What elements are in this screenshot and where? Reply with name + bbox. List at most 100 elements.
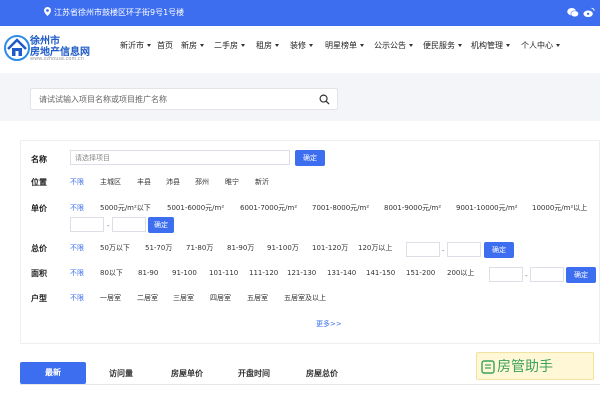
area-confirm-button[interactable]: 确定 [566,267,596,283]
layout-option[interactable]: 三居室 [173,293,194,303]
unit-price-max-input[interactable] [112,217,146,232]
total-price-option[interactable]: 50万以下 [100,243,130,253]
area-option[interactable]: 101-110 [209,268,238,278]
layout-option[interactable]: 五居室 [247,293,268,303]
chevron-down-icon [200,44,204,47]
nav-item-second-hand[interactable]: 二手房 [214,40,245,52]
nav-label: 公示公告 [374,41,406,50]
chevron-down-icon [147,44,151,47]
nav-item-new-house[interactable]: 新房 [181,40,204,52]
area-option[interactable]: 121-130 [287,268,316,278]
range-separator: - [525,272,528,280]
area-option[interactable]: 111-120 [249,268,278,278]
unit-price-option[interactable]: 6001-7000元/m² [240,203,297,213]
nav-label: 便民服务 [423,41,455,50]
tab-underline [20,384,600,385]
assistant-badge: 房管助手 [476,352,594,380]
nav-label: 机构管理 [471,41,503,50]
tab-unit-price[interactable]: 房屋单价 [171,368,203,379]
area-option[interactable]: 141-150 [366,268,395,278]
assistant-badge-text: 房管助手 [497,359,553,375]
area-option[interactable]: 80以下 [100,268,123,278]
chevron-down-icon [275,44,279,47]
weibo-icon[interactable] [583,7,595,18]
total-price-option[interactable]: 91-100万 [267,243,299,253]
wechat-icon[interactable] [567,7,579,18]
nav-item-rent[interactable]: 租房 [256,40,279,52]
name-confirm-button[interactable]: 确定 [295,150,325,166]
location-option[interactable]: 丰县 [137,177,151,187]
search-box [30,88,338,110]
area-max-input[interactable] [530,267,564,282]
unit-price-option[interactable]: 9001-10000元/m² [456,203,518,213]
total-price-option[interactable]: 81-90万 [227,243,254,253]
nav-label: 个人中心 [521,41,553,50]
total-price-option[interactable]: 101-120万 [312,243,348,253]
search-icon[interactable] [319,94,330,105]
unit-price-option[interactable]: 5000元/m²以下 [100,203,151,213]
chevron-down-icon [506,44,510,47]
project-name-input[interactable]: 请选择项目 [70,150,290,165]
area-option[interactable]: 131-140 [327,268,356,278]
location-icon [44,7,51,16]
filter-label-location: 位置 [31,178,47,187]
location-option[interactable]: 睢宁 [225,177,239,187]
layout-option[interactable]: 五居室及以上 [284,293,326,303]
chevron-down-icon [241,44,245,47]
range-separator: - [442,247,445,255]
total-price-min-input[interactable] [406,242,440,257]
filter-label-layout: 户型 [31,294,47,303]
nav-item-decoration[interactable]: 装修 [290,40,313,52]
nav-item-home[interactable]: 首页 [157,40,173,52]
nav-item-services[interactable]: 便民服务 [423,40,462,52]
layout-option[interactable]: 一居室 [100,293,121,303]
tab-total-price[interactable]: 房屋总价 [306,368,338,379]
more-filters-link[interactable]: 更多>> [316,319,342,329]
nav-item-announcement[interactable]: 公示公告 [374,40,413,52]
location-option[interactable]: 主城区 [100,177,121,187]
area-option[interactable]: 151-200 [406,268,435,278]
search-input[interactable] [39,92,309,107]
total-price-option[interactable]: 不限 [70,243,84,253]
nav-label: 装修 [290,41,306,50]
unit-price-option[interactable]: 7001-8000元/m² [312,203,369,213]
location-option[interactable]: 邳州 [195,177,209,187]
total-price-option[interactable]: 51-70万 [145,243,172,253]
site-logo[interactable]: 徐州市 房地产信息网 www.xzhouse.com.cn [2,30,97,64]
total-price-option[interactable]: 71-80万 [186,243,213,253]
tab-latest[interactable]: 最新 [20,362,86,384]
filter-label-name: 名称 [31,155,47,164]
area-option[interactable]: 200以上 [447,268,474,278]
nav-label: 明星榜单 [325,41,357,50]
area-option[interactable]: 81-90 [138,268,158,278]
total-price-option[interactable]: 120万以上 [358,243,392,253]
chevron-down-icon [309,44,313,47]
tab-opening-time[interactable]: 开盘时间 [238,368,270,379]
unit-price-option[interactable]: 8001-9000元/m² [384,203,441,213]
layout-option[interactable]: 四居室 [210,293,231,303]
area-option[interactable]: 不限 [70,268,84,278]
layout-option[interactable]: 不限 [70,293,84,303]
chevron-down-icon [409,44,413,47]
unit-price-min-input[interactable] [70,217,104,232]
layout-option[interactable]: 二居室 [137,293,158,303]
range-separator: - [107,222,110,230]
area-option[interactable]: 91-100 [172,268,197,278]
nav-item-user-center[interactable]: 个人中心 [521,40,560,52]
tab-visits[interactable]: 访问量 [109,368,133,379]
location-option[interactable]: 新沂 [255,177,269,187]
location-option[interactable]: 沛县 [166,177,180,187]
total-price-max-input[interactable] [447,242,481,257]
unit-price-confirm-button[interactable]: 确定 [148,217,174,233]
total-price-confirm-button[interactable]: 确定 [484,242,514,258]
city-selector[interactable]: 新沂市 [120,40,151,52]
area-min-input[interactable] [489,267,523,282]
filter-label-area: 面积 [31,269,47,278]
location-option[interactable]: 不限 [70,177,84,187]
unit-price-option[interactable]: 不限 [70,203,84,213]
unit-price-option[interactable]: 10000元/m²以上 [532,203,587,213]
nav-item-star-list[interactable]: 明星榜单 [325,40,364,52]
unit-price-option[interactable]: 5001-6000元/m² [167,203,224,213]
house-logo-icon [4,35,30,61]
nav-item-agency[interactable]: 机构管理 [471,40,510,52]
